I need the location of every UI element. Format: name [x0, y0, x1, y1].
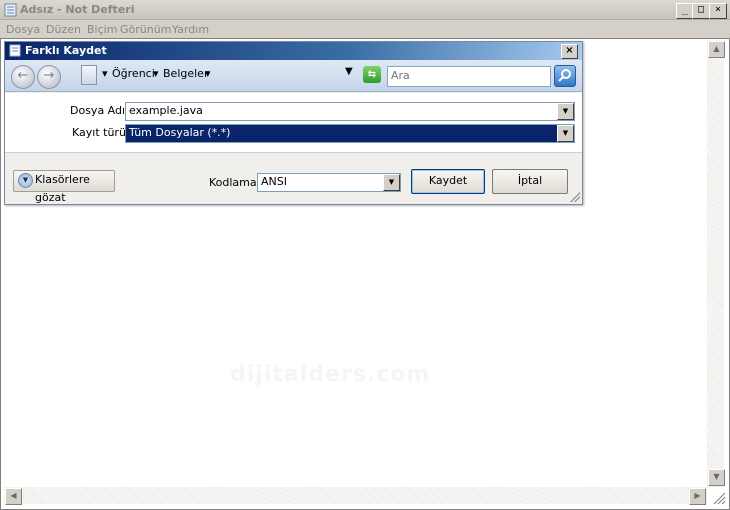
notepad-title: Adsız - Not Defteri	[20, 3, 135, 16]
menu-yardim[interactable]: Yardım	[172, 23, 209, 36]
vertical-scrollbar[interactable]: ▲ ▼	[707, 40, 725, 487]
file-type-value: Tüm Dosyalar (*.*)	[129, 126, 231, 139]
file-name-label: Dosya Adı:	[70, 104, 129, 117]
folder-icon	[81, 65, 97, 85]
save-as-dialog: Farklı Kaydet × ← → ▾ Öğrenci ▾ Belgeler…	[4, 41, 583, 205]
encoding-label: Kodlama:	[209, 176, 261, 189]
browse-folders-label: Klasörlere gözat	[35, 173, 90, 204]
encoding-value: ANSI	[261, 175, 287, 188]
breadcrumb-chevron-icon[interactable]: ▾	[205, 67, 211, 80]
file-type-select[interactable]: Tüm Dosyalar (*.*) ▼	[125, 124, 575, 143]
scroll-down-icon[interactable]: ▼	[708, 469, 725, 486]
maximize-button[interactable]: □	[692, 3, 710, 19]
dialog-resize-grip-icon[interactable]	[570, 192, 580, 202]
file-name-dropdown-icon[interactable]: ▼	[557, 103, 574, 120]
menu-dosya[interactable]: Dosya	[6, 23, 40, 36]
refresh-icon[interactable]: ⇆	[363, 66, 381, 83]
encoding-dropdown-icon[interactable]: ▼	[383, 174, 400, 191]
menu-duzen[interactable]: Düzen	[46, 23, 81, 36]
menu-bicim[interactable]: Biçim	[87, 23, 117, 36]
file-type-dropdown-icon[interactable]: ▼	[557, 125, 574, 142]
size-grip-icon[interactable]	[710, 489, 726, 505]
file-type-label: Kayıt türü:	[72, 126, 130, 139]
forward-arrow-icon[interactable]: →	[37, 65, 61, 89]
dialog-notepad-icon	[9, 44, 21, 57]
browse-folders-button[interactable]: ▼ Klasörlere gözat	[13, 170, 115, 204]
scroll-left-icon[interactable]: ◀	[5, 488, 22, 505]
encoding-select[interactable]: ANSI ▼	[257, 173, 401, 192]
navigation-bar: ← → ▾ Öğrenci ▾ Belgeler ▾ ▼ ⇆	[5, 60, 582, 92]
menu-gorunum[interactable]: Görünüm	[120, 23, 171, 36]
cancel-button[interactable]: İptal	[492, 169, 568, 194]
dialog-title-bar: Farklı Kaydet ×	[5, 42, 582, 60]
horizontal-scrollbar[interactable]: ◀ ▶	[4, 487, 707, 505]
breadcrumb-ogrenci[interactable]: Öğrenci	[112, 67, 155, 80]
breadcrumb-belgeler[interactable]: Belgeler	[163, 67, 208, 80]
close-button[interactable]: ×	[709, 3, 727, 19]
address-dropdown-icon[interactable]: ▼	[345, 66, 353, 77]
scroll-right-icon[interactable]: ▶	[689, 488, 706, 505]
watermark: dijitalders.com	[230, 362, 431, 387]
dialog-close-button[interactable]: ×	[561, 44, 578, 59]
notepad-title-bar: Adsız - Not Defteri _ □ ×	[0, 0, 730, 20]
dialog-title: Farklı Kaydet	[25, 44, 107, 57]
save-button[interactable]: Kaydet	[411, 169, 485, 194]
file-name-field[interactable]: example.java ▼	[125, 102, 575, 121]
search-icon[interactable]	[554, 65, 576, 87]
chevron-down-icon: ▼	[18, 173, 33, 188]
file-name-value: example.java	[129, 104, 203, 117]
scroll-up-icon[interactable]: ▲	[708, 41, 725, 58]
notepad-icon	[4, 3, 17, 17]
file-fields-panel: Dosya Adı: example.java ▼ Kayıt türü: Tü…	[5, 93, 582, 153]
search-box[interactable]	[387, 66, 551, 87]
breadcrumb-chevron-icon[interactable]: ▾	[153, 67, 159, 80]
breadcrumb-chevron-icon[interactable]: ▾	[102, 67, 108, 80]
search-input[interactable]	[388, 67, 550, 84]
notepad-menu-bar: Dosya Düzen Biçim Görünüm Yardım	[0, 20, 730, 38]
back-arrow-icon[interactable]: ←	[11, 65, 35, 89]
